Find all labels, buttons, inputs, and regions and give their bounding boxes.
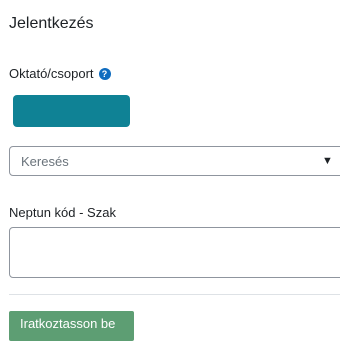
page-title: Jelentkezés: [9, 15, 94, 32]
neptun-code-label: Neptun kód - Szak: [9, 205, 116, 220]
help-icon[interactable]: ?: [98, 68, 111, 80]
neptun-code-input[interactable]: [9, 227, 340, 278]
enroll-submit-button[interactable]: Iratkoztasson be: [9, 311, 134, 341]
teacher-group-field-label: Oktató/csoport ?: [9, 66, 111, 82]
dropdown-arrow-icon[interactable]: ▼: [322, 154, 333, 168]
search-select[interactable]: Keresés: [9, 146, 340, 176]
search-placeholder: Keresés: [21, 153, 69, 169]
form-divider: [9, 294, 340, 295]
teacher-group-label: Oktató/csoport: [9, 66, 94, 81]
teacher-group-button[interactable]: [13, 95, 130, 127]
